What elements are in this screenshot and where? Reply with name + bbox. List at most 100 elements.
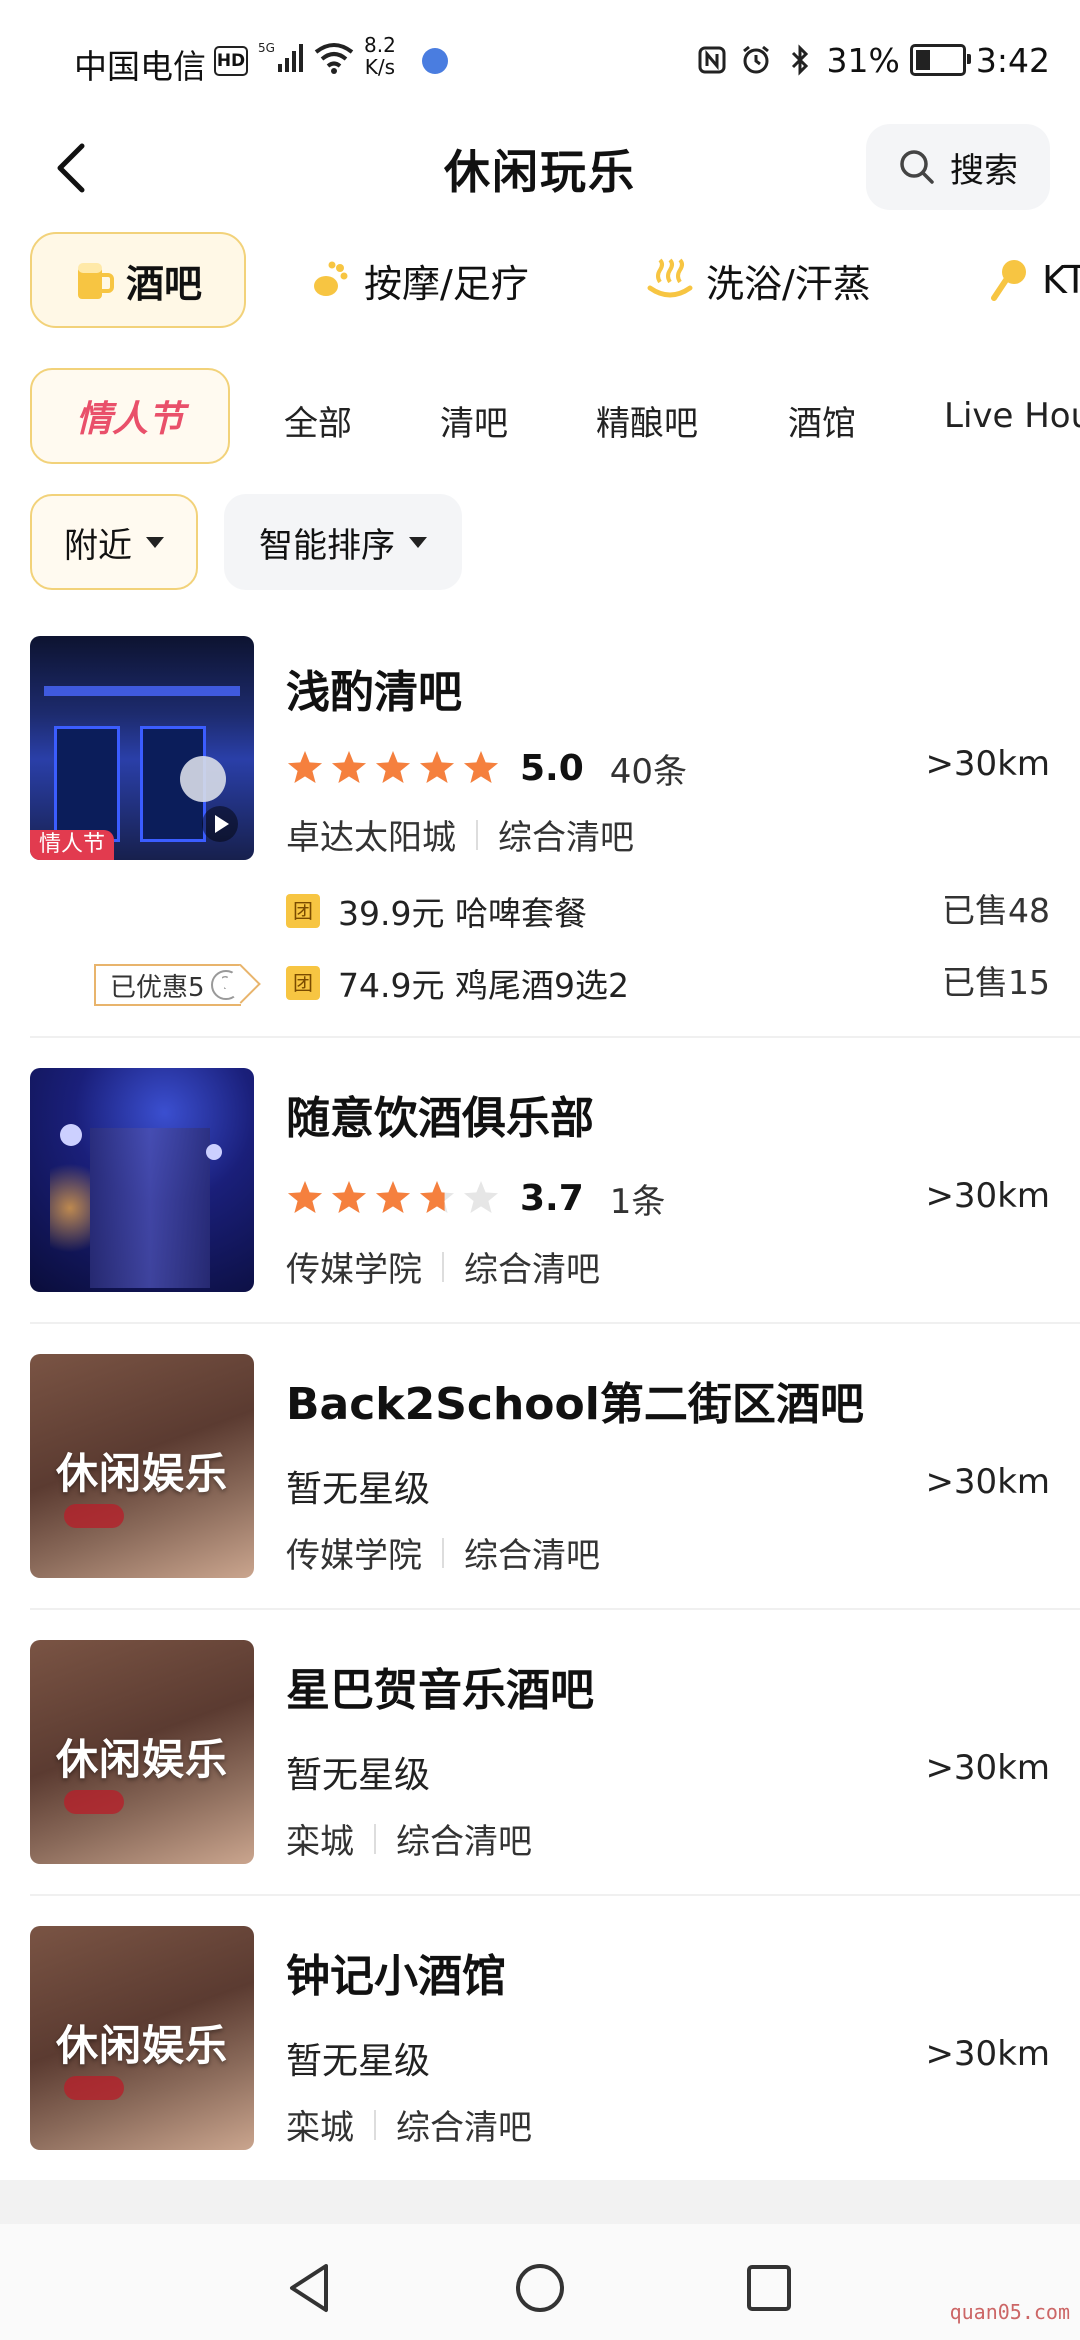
star-icon [288,1181,322,1213]
distance: >30km [925,1748,1050,1788]
star-rating [286,1179,500,1217]
category-label: 酒吧 [125,261,202,306]
nearby-label: 附近 [64,525,132,566]
deal-text: 74.9元 鸡尾酒9选2 [338,966,629,1005]
deal-sold-count: 已售48 [942,891,1050,930]
search-icon [900,150,934,184]
nearby-dropdown[interactable]: 附近 [30,494,198,590]
sort-row: 附近 智能排序 [0,494,1080,594]
clock: 3:42 [975,40,1050,80]
tag-divider [442,1251,444,1282]
list-item[interactable]: 休闲娱乐 Back2School第二街区酒吧 暂无星级 >30km 传媒学院 综… [0,1354,1080,1610]
category-tab-bar[interactable]: 酒吧 [30,232,246,328]
category-tab-ktv[interactable]: KT [990,232,1080,328]
divider [30,1322,1080,1324]
speed-value: 8.2 [364,33,396,57]
venue-thumbnail[interactable]: 情人节 [30,636,254,860]
rating-score: 3.7 [520,1177,584,1219]
speed-unit: K/s [364,55,396,79]
list-item[interactable]: 随意饮酒俱乐部 3.7 1条 >30km 传媒学院 综合清吧 [0,1068,1080,1324]
nav-back-icon[interactable] [286,2262,332,2314]
category-label: 按摩/足疗 [364,261,529,306]
group-deal-icon: 团 [286,966,320,1000]
star-icon [332,1181,366,1213]
venue-thumbnail-placeholder[interactable]: 休闲娱乐 [30,1926,254,2150]
venue-tags: 栾城 综合清吧 [286,2100,532,2149]
venue-thumbnail-placeholder[interactable]: 休闲娱乐 [30,1640,254,1864]
discount-tag[interactable]: 已优惠5 ? [94,964,241,1006]
search-button[interactable]: 搜索 [866,124,1050,210]
star-icon [376,1181,410,1213]
nav-recents-icon[interactable] [746,2264,792,2312]
battery-percent: 31% [826,40,900,80]
placeholder-decoration [64,1504,124,1528]
distance: >30km [925,1462,1050,1502]
discount-label: 已优惠5 [110,972,205,1003]
placeholder-label: 休闲娱乐 [55,1735,228,1784]
deal-sold-count: 已售15 [942,963,1050,1002]
nav-home-icon[interactable] [514,2262,566,2314]
chevron-down-icon [146,536,164,548]
subfilter-craft-beer[interactable]: 精酿吧 [596,396,698,445]
star-icon [420,751,454,783]
star-icon [464,1181,498,1213]
list-item[interactable]: 休闲娱乐 钟记小酒馆 暂无星级 >30km 栾城 综合清吧 [0,1926,1080,2156]
venue-tags: 传媒学院 综合清吧 [286,1242,600,1291]
valentine-badge: 情人节 [30,830,114,860]
venue-area: 传媒学院 [286,1536,422,1576]
battery-icon [909,44,971,76]
deal-row[interactable]: 团 39.9元 哈啤套餐 已售48 [286,888,1050,934]
venue-thumbnail-placeholder[interactable]: 休闲娱乐 [30,1354,254,1578]
venue-name[interactable]: 浅酌清吧 [286,656,462,720]
signal-icon: 5G [258,41,303,72]
distance: >30km [925,1176,1050,1216]
svg-text:5G: 5G [258,41,275,55]
nfc-icon [695,43,729,77]
venue-tags: 卓达太阳城 综合清吧 [286,810,634,859]
globe-icon [422,48,448,74]
no-rating-label: 暂无星级 [286,2041,431,2082]
subfilter-tavern[interactable]: 酒馆 [788,396,856,445]
divider [30,1894,1080,1896]
star-rating [286,749,500,787]
network-speed: 8.2 K/s [364,34,396,78]
venue-area: 卓达太阳城 [286,818,456,858]
venue-name[interactable]: 钟记小酒馆 [286,1940,506,2004]
group-deal-icon: 团 [286,894,320,928]
star-icon [376,751,410,783]
bluetooth-icon [783,43,817,77]
venue-name[interactable]: 星巴贺音乐酒吧 [286,1654,594,1718]
review-count: 40条 [609,751,688,792]
venue-thumbnail[interactable] [30,1068,254,1292]
list-item[interactable]: 情人节 浅酌清吧 5.0 40条 >30km 卓达太阳城 综合清吧 团 39.9… [0,636,1080,1038]
placeholder-decoration [64,2076,124,2100]
no-rating-label: 暂无星级 [286,1469,431,1510]
rating-row: 3.7 1条 [286,1176,665,1222]
venue-type: 综合清吧 [396,2108,532,2148]
chevron-down-icon [409,536,427,548]
venue-type: 综合清吧 [464,1250,600,1290]
list-item[interactable]: 休闲娱乐 星巴贺音乐酒吧 暂无星级 >30km 栾城 综合清吧 [0,1640,1080,1896]
venue-name[interactable]: 随意饮酒俱乐部 [286,1082,594,1146]
venue-area: 栾城 [286,2108,354,2148]
smart-sort-dropdown[interactable]: 智能排序 [224,494,462,590]
subfilter-all[interactable]: 全部 [284,396,352,445]
category-tab-bath[interactable]: 洗浴/汗蒸 [646,232,871,328]
microphone-icon [991,260,1026,301]
rating-row: 5.0 40条 [286,746,688,792]
deal-row[interactable]: 团 74.9元 鸡尾酒9选2 已售15 [286,960,1050,1006]
alarm-icon [739,43,773,77]
status-bar: 中国电信 HD 5G 8.2 K/s 31% 3:42 [0,0,1080,120]
valentine-promo-tag[interactable]: 情人节 [30,368,230,464]
subfilter-live-house[interactable]: Live Hou [944,396,1080,436]
hot-spring-icon [647,258,693,298]
status-right: 31% 3:42 [695,38,1050,82]
placeholder-decoration [64,1790,124,1814]
venue-name[interactable]: Back2School第二街区酒吧 [286,1368,864,1432]
divider [30,1036,1080,1038]
play-icon[interactable] [200,804,240,844]
subfilter-lounge-bar[interactable]: 清吧 [440,396,508,445]
category-label: KT [1042,258,1080,302]
venue-type: 综合清吧 [396,1822,532,1862]
category-tab-massage[interactable]: 按摩/足疗 [308,232,529,328]
